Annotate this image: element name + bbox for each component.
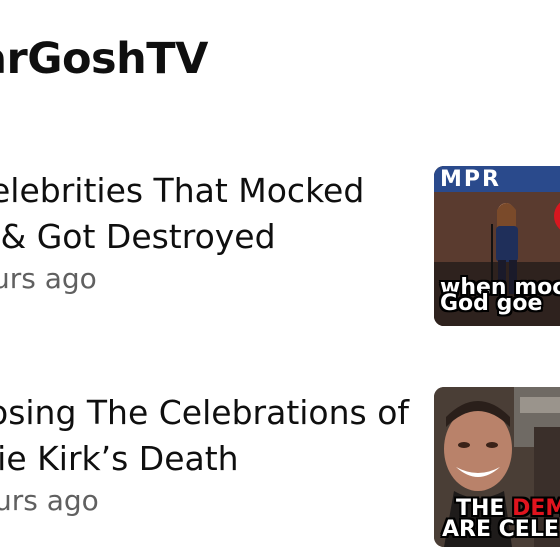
- thumbnail-caption: God goe: [440, 291, 543, 316]
- video-title[interactable]: elebrities That Mocked & Got Destroyed: [0, 168, 410, 260]
- video-title-line: elebrities That Mocked: [0, 171, 365, 210]
- page: arGoshTV elebrities That Mocked & Got De…: [0, 0, 560, 560]
- video-title-line: & Got Destroyed: [0, 217, 276, 256]
- video-title-line: lie Kirk’s Death: [0, 439, 239, 478]
- video-title[interactable]: osing The Celebrations of lie Kirk’s Dea…: [0, 390, 410, 482]
- video-item[interactable]: elebrities That Mocked & Got Destroyed u…: [0, 166, 560, 338]
- video-thumbnail[interactable]: THE DEM ARE CELE: [434, 387, 560, 547]
- thumbnail-banner-text: MPR: [440, 167, 501, 192]
- video-thumbnail[interactable]: MPR when moc God goe: [434, 166, 560, 326]
- video-upload-time: urs ago: [0, 262, 97, 295]
- thumbnail-caption: ARE CELE: [442, 517, 559, 542]
- video-upload-time: urs ago: [0, 484, 99, 517]
- channel-name[interactable]: arGoshTV: [0, 34, 208, 84]
- video-item[interactable]: osing The Celebrations of lie Kirk’s Dea…: [0, 387, 560, 560]
- video-title-line: osing The Celebrations of: [0, 393, 410, 432]
